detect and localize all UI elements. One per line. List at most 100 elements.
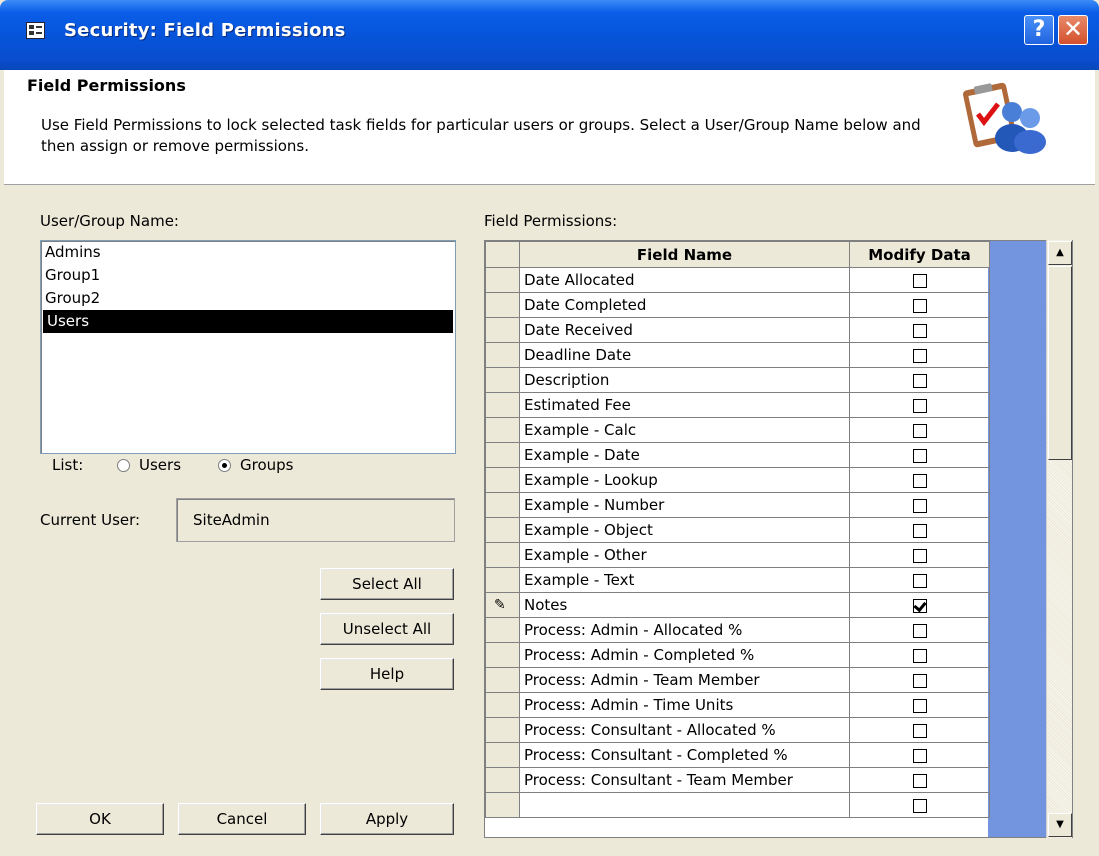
row-selector[interactable] [485,567,520,593]
table-row[interactable]: Estimated Fee [485,392,990,418]
modify-data-checkbox[interactable] [912,523,927,538]
table-row[interactable]: Deadline Date [485,342,990,368]
modify-data-checkbox[interactable] [912,698,927,713]
table-row[interactable]: Example - Text [485,567,990,593]
user-group-label: User/Group Name: [40,212,179,230]
groups-radio-label[interactable]: Groups [240,456,293,474]
modify-data-checkbox[interactable] [912,723,927,738]
ok-button[interactable]: OK [36,803,164,835]
row-selector[interactable] [485,492,520,518]
row-selector[interactable] [485,767,520,793]
table-row[interactable]: Example - Lookup [485,467,990,493]
modify-data-checkbox[interactable] [912,573,927,588]
scroll-up-button[interactable]: ▲ [1048,241,1072,265]
list-item[interactable]: Group2 [41,287,455,310]
row-selector[interactable] [485,342,520,368]
modify-data-checkbox[interactable] [912,798,927,813]
row-selector[interactable] [485,467,520,493]
user-group-listbox[interactable]: Admins Group1 Group2 Users [40,240,456,454]
table-row[interactable]: Process: Admin - Team Member [485,667,990,693]
row-selector[interactable] [485,292,520,318]
modify-data-cell [849,367,990,393]
column-header-field-name[interactable]: Field Name [519,241,850,268]
table-row[interactable]: ✎ Notes [485,592,990,618]
row-selector[interactable] [485,542,520,568]
row-selector[interactable] [485,417,520,443]
apply-button[interactable]: Apply [320,803,454,835]
modify-data-cell [849,592,990,618]
close-button[interactable]: ✕ [1058,15,1088,45]
modify-data-checkbox[interactable] [912,423,927,438]
users-radio-label[interactable]: Users [139,456,181,474]
modify-data-checkbox[interactable] [912,448,927,463]
modify-data-checkbox[interactable] [912,623,927,638]
scroll-down-button[interactable]: ▼ [1048,813,1072,837]
table-row[interactable]: Date Received [485,317,990,343]
groups-radio[interactable] [218,459,231,472]
modify-data-checkbox[interactable] [912,648,927,663]
row-selector[interactable] [485,392,520,418]
table-row[interactable]: Example - Date [485,442,990,468]
modify-data-checkbox[interactable] [912,298,927,313]
modify-data-checkbox[interactable] [912,348,927,363]
current-user-label: Current User: [40,511,141,529]
table-row[interactable]: Date Completed [485,292,990,318]
modify-data-checkbox[interactable] [912,598,927,613]
unselect-all-button[interactable]: Unselect All [320,613,454,645]
modify-data-checkbox[interactable] [912,373,927,388]
modify-data-checkbox[interactable] [912,323,927,338]
modify-data-checkbox[interactable] [912,773,927,788]
modify-data-cell [849,292,990,318]
row-selector[interactable] [485,367,520,393]
row-selector[interactable] [485,742,520,768]
modify-data-checkbox[interactable] [912,498,927,513]
field-name-cell: Date Received [519,317,850,343]
column-header-modify-data[interactable]: Modify Data [849,241,990,268]
field-name-cell: Date Completed [519,292,850,318]
table-row[interactable]: Process: Consultant - Allocated % [485,717,990,743]
row-selector[interactable] [485,267,520,293]
row-selector[interactable] [485,667,520,693]
table-row[interactable]: Process: Consultant - Team Member [485,767,990,793]
table-row[interactable]: Example - Other [485,542,990,568]
modify-data-checkbox[interactable] [912,473,927,488]
dialog-window: Security: Field Permissions ? ✕ Field Pe… [0,0,1099,856]
row-selector[interactable] [485,717,520,743]
modify-data-checkbox[interactable] [912,748,927,763]
row-selector[interactable] [485,792,520,818]
row-selector[interactable] [485,642,520,668]
table-row[interactable]: Process: Consultant - Completed % [485,742,990,768]
table-row[interactable]: Example - Number [485,492,990,518]
field-permissions-grid[interactable]: Field Name Modify Data Date Allocated Dat… [484,240,1073,838]
table-row[interactable]: Example - Object [485,517,990,543]
modify-data-checkbox[interactable] [912,398,927,413]
list-item[interactable]: Group1 [41,264,455,287]
table-row[interactable]: Process: Admin - Allocated % [485,617,990,643]
help-button[interactable]: Help [320,658,454,690]
scroll-thumb[interactable] [1048,266,1072,460]
table-row[interactable]: Example - Calc [485,417,990,443]
list-item[interactable]: Admins [41,241,455,264]
table-row[interactable] [485,792,990,818]
row-selector[interactable] [485,617,520,643]
help-title-button[interactable]: ? [1024,15,1054,45]
modify-data-checkbox[interactable] [912,673,927,688]
vertical-scrollbar[interactable]: ▲ ▼ [1046,240,1072,838]
modify-data-cell [849,792,990,818]
modify-data-checkbox[interactable] [912,273,927,288]
title-bar[interactable]: Security: Field Permissions ? ✕ [0,0,1099,70]
row-selector[interactable] [485,442,520,468]
cancel-button[interactable]: Cancel [178,803,306,835]
row-selector[interactable] [485,692,520,718]
table-row[interactable]: Description [485,367,990,393]
row-selector[interactable] [485,517,520,543]
users-radio[interactable] [117,459,130,472]
select-all-button[interactable]: Select All [320,568,454,600]
modify-data-checkbox[interactable] [912,548,927,563]
list-item-selected[interactable]: Users [43,310,453,333]
table-row[interactable]: Date Allocated [485,267,990,293]
table-row[interactable]: Process: Admin - Completed % [485,642,990,668]
row-selector[interactable] [485,317,520,343]
table-row[interactable]: Process: Admin - Time Units [485,692,990,718]
row-selector[interactable]: ✎ [485,592,520,618]
